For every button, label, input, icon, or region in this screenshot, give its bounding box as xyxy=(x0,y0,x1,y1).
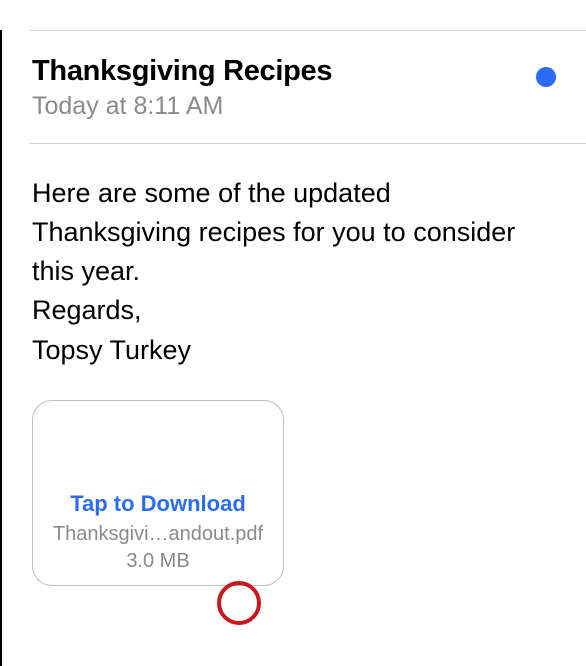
email-body: Here are some of the updated Thanksgivin… xyxy=(2,144,586,380)
body-paragraph: Regards, xyxy=(32,291,556,330)
annotation-circle-icon xyxy=(217,581,261,625)
body-paragraph: Topsy Turkey xyxy=(32,331,556,370)
unread-indicator-icon xyxy=(536,67,556,87)
email-timestamp: Today at 8:11 AM xyxy=(32,92,556,121)
body-paragraph: Here are some of the updated Thanksgivin… xyxy=(32,174,556,291)
attachment-filesize: 3.0 MB xyxy=(126,550,189,573)
attachment-filename: Thanksgivi…andout.pdf xyxy=(53,523,263,546)
email-view: Thanksgiving Recipes Today at 8:11 AM He… xyxy=(0,30,586,666)
email-header: Thanksgiving Recipes Today at 8:11 AM xyxy=(2,31,586,143)
tap-to-download-label: Tap to Download xyxy=(70,491,246,517)
attachment-card[interactable]: Tap to Download Thanksgivi…andout.pdf 3.… xyxy=(32,400,284,586)
email-subject: Thanksgiving Recipes xyxy=(32,55,556,88)
